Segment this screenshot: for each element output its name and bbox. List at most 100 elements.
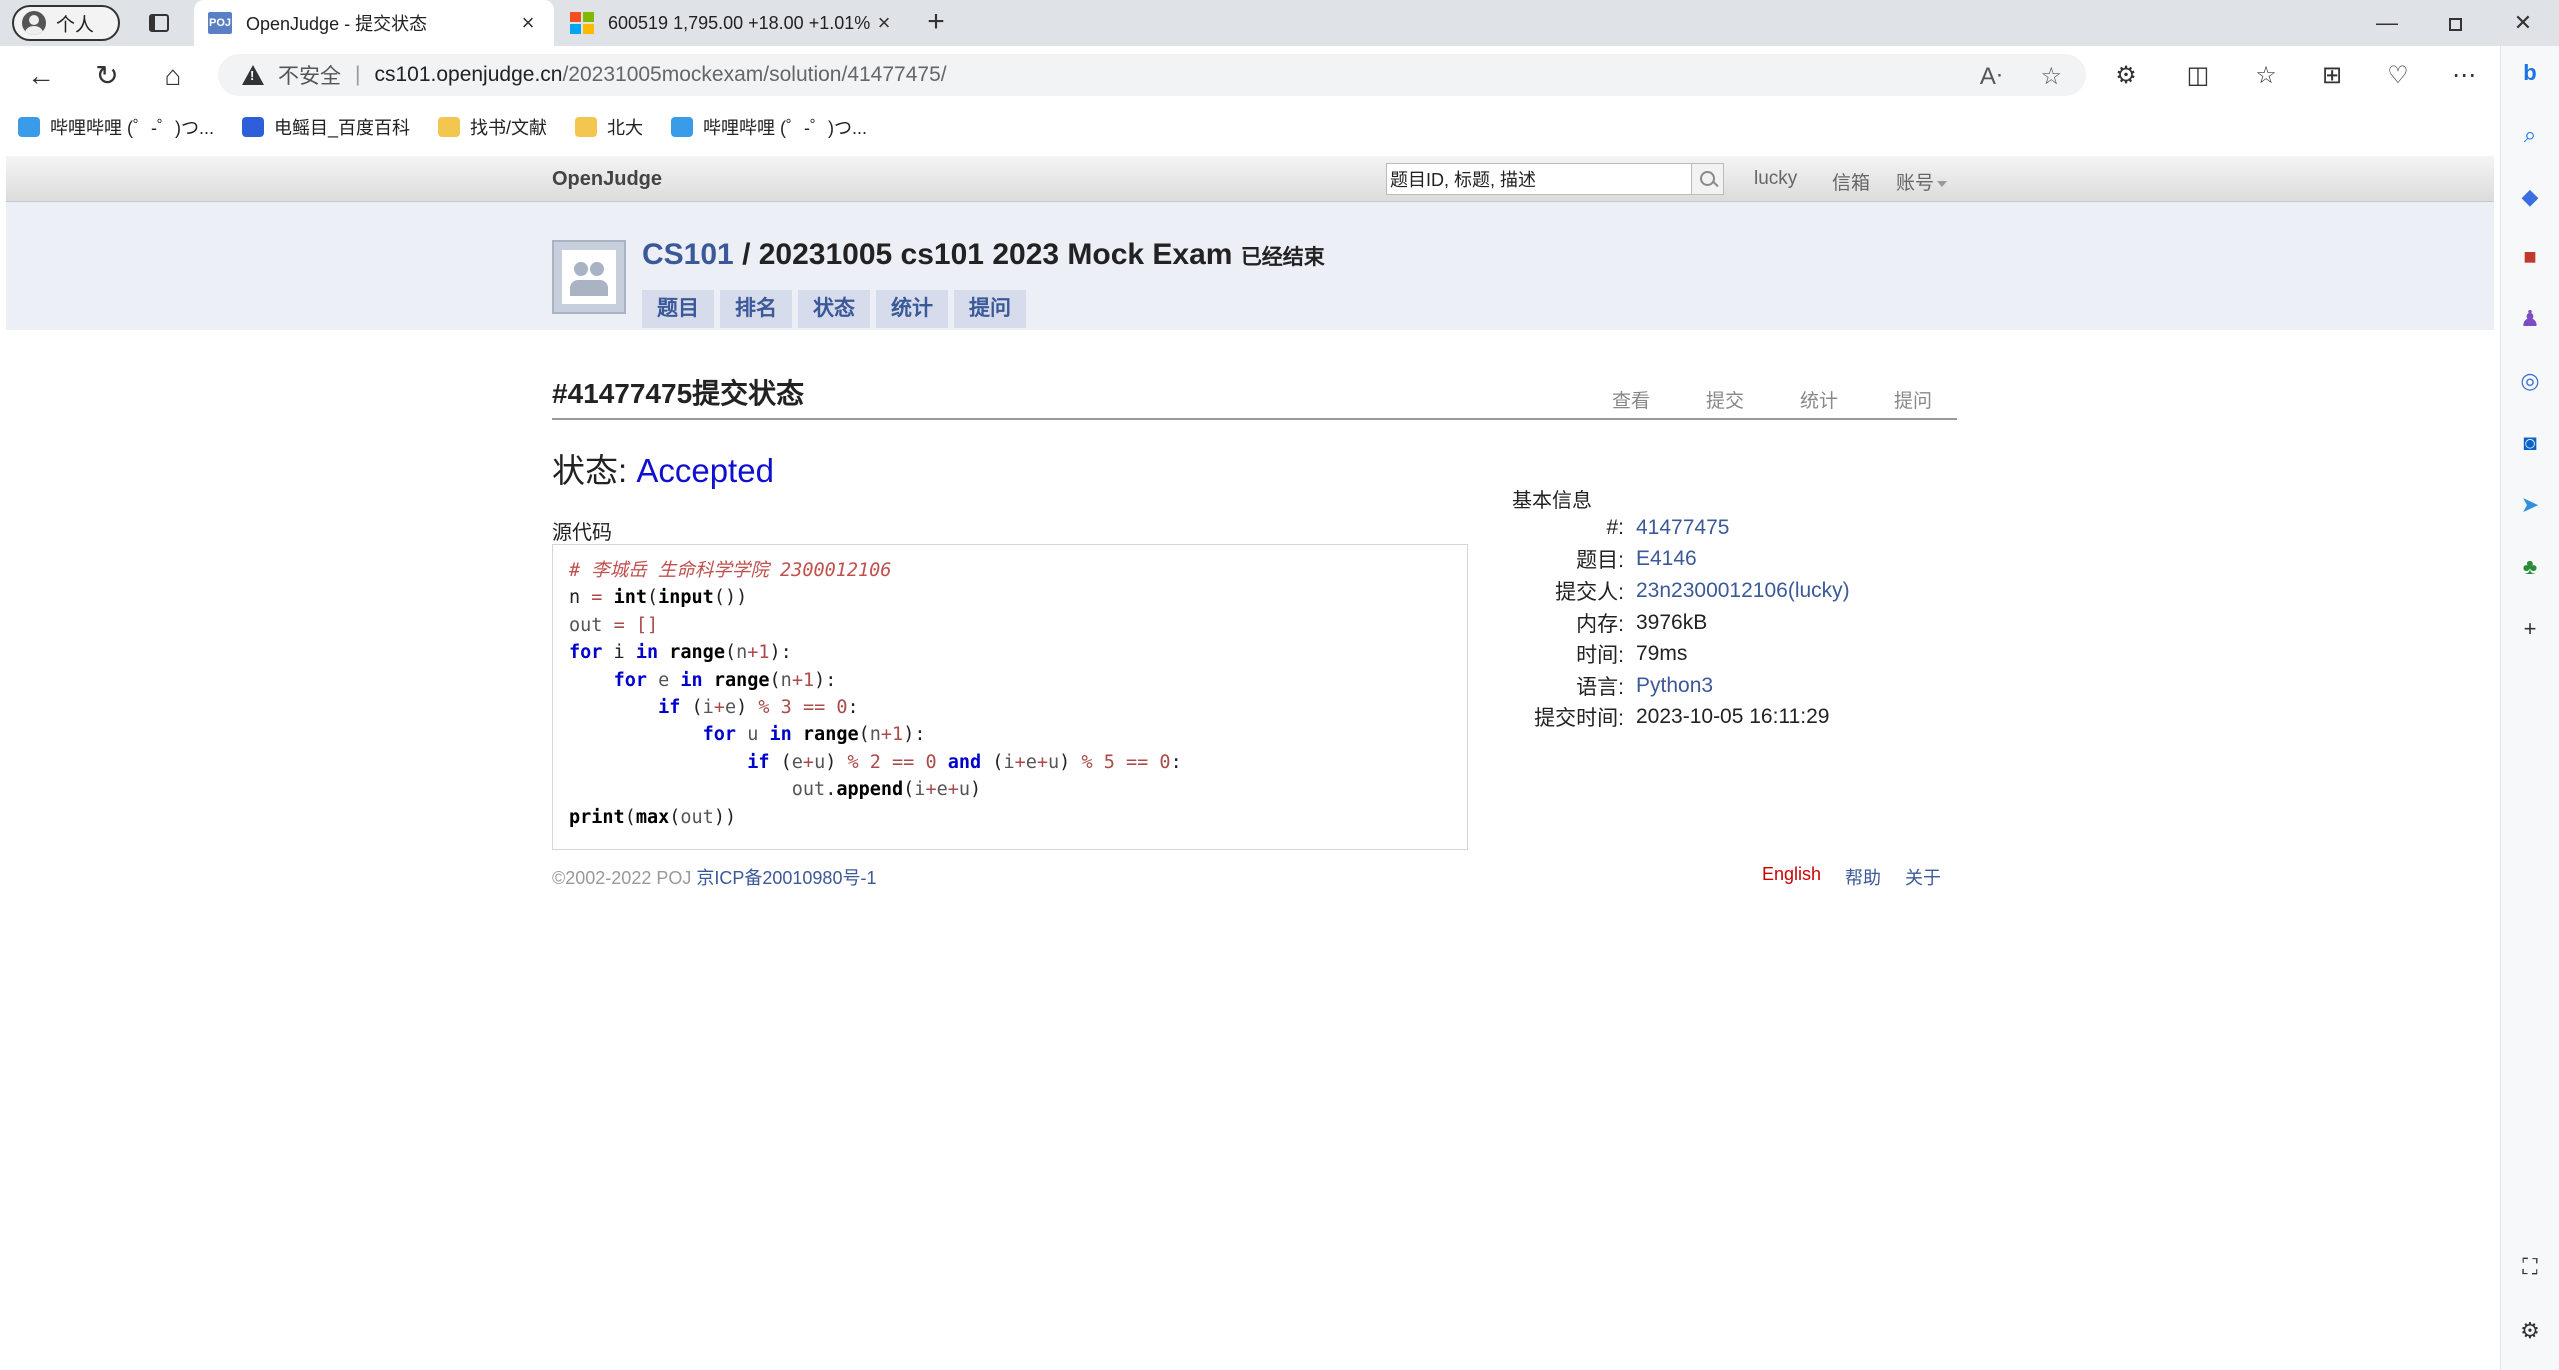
tab-actions-button[interactable] — [138, 8, 180, 38]
tab-ranking[interactable]: 排名 — [720, 290, 792, 328]
more-menu-icon[interactable]: ⋯ — [2446, 58, 2482, 94]
contest-ended-label: 已经结束 — [1240, 246, 1325, 269]
back-arrow-icon[interactable]: ← — [20, 56, 62, 96]
tree-icon[interactable]: ♣ — [2515, 552, 2545, 582]
view-link[interactable]: 查看 — [1612, 386, 1650, 413]
contest-name: 20231005 cs101 2023 Mock Exam — [758, 238, 1233, 271]
info-row: 提交人: 23n2300012106(lucky) — [1555, 578, 1850, 604]
nav-account[interactable]: 账号 — [1896, 168, 1948, 195]
caret-down-icon — [1937, 180, 1948, 187]
problem-link[interactable]: E4146 — [1636, 547, 1697, 571]
status-line: 状态: Accepted — [552, 444, 774, 492]
browser-essentials-icon[interactable]: ♡ — [2380, 58, 2416, 94]
tab-questions[interactable]: 提问 — [954, 290, 1026, 328]
status-label: 状态: — [552, 452, 637, 489]
tab-openjudge[interactable]: POJ OpenJudge - 提交状态 × — [194, 0, 554, 46]
tab-title: 600519 1,795.00 +18.00 +1.01% — [608, 12, 871, 33]
info-row: 提交时间: 2023-10-05 16:11:29 — [1534, 705, 1830, 731]
favorite-star-icon[interactable]: ☆ — [2040, 62, 2062, 91]
bilibili-icon — [671, 117, 694, 137]
games-icon[interactable]: ♟ — [2515, 304, 2545, 334]
web-page: OpenJudge lucky 信箱 账号 CS101 / 20231005 c… — [6, 156, 2494, 1366]
submit-link[interactable]: 提交 — [1706, 386, 1744, 413]
course-link[interactable]: CS101 — [642, 238, 734, 271]
tab-problems[interactable]: 题目 — [642, 290, 714, 328]
bookmark-item[interactable]: 哔哩哔哩 (゜-゜)つ... — [671, 114, 867, 140]
nav-mailbox[interactable]: 信箱 — [1832, 168, 1870, 195]
profile-label: 个人 — [56, 14, 95, 36]
profile-avatar-icon — [22, 11, 46, 35]
search-icon[interactable]: ⌕ — [2515, 120, 2545, 150]
search-input[interactable] — [1386, 163, 1692, 195]
info-row: 语言: Python3 — [1576, 673, 1714, 699]
tab-stock[interactable]: 600519 1,795.00 +18.00 +1.01% × — [556, 0, 910, 46]
reload-icon[interactable]: ↻ — [86, 56, 128, 96]
add-sidebar-icon[interactable]: + — [2515, 614, 2545, 644]
submit-time-value: 2023-10-05 16:11:29 — [1636, 705, 1830, 729]
time-value: 79ms — [1636, 642, 1688, 666]
bilibili-icon — [18, 117, 40, 137]
info-row: #: 41477475 — [1606, 515, 1730, 540]
collections-icon[interactable]: ⊞ — [2314, 58, 2350, 94]
submitter-link[interactable]: 23n2300012106(lucky) — [1636, 579, 1850, 603]
statistics-link[interactable]: 统计 — [1800, 386, 1838, 413]
tab-actions-icon — [149, 14, 169, 32]
bing-copilot-icon[interactable]: b — [2515, 58, 2545, 88]
bookmark-item[interactable]: 找书/文献 — [438, 114, 547, 140]
search-button[interactable] — [1692, 163, 1724, 195]
icp-link[interactable]: 京ICP备20010980号-1 — [696, 868, 876, 888]
solution-id-link[interactable]: 41477475 — [1636, 516, 1729, 540]
bookmark-item[interactable]: 电鳐目_百度百科 — [242, 114, 410, 140]
ask-link[interactable]: 提问 — [1894, 386, 1932, 413]
contest-header: CS101 / 20231005 cs101 2023 Mock Exam 已经… — [6, 202, 2494, 330]
footer-copyright: ©2002-2022 POJ 京ICP备20010980号-1 — [552, 868, 877, 888]
group-avatar-icon — [552, 240, 626, 314]
bookmark-item[interactable]: 北大 — [575, 114, 643, 140]
minimize-button[interactable]: — — [2364, 6, 2410, 40]
outlook-icon[interactable]: ◙ — [2515, 428, 2545, 458]
source-code-label: 源代码 — [552, 522, 612, 544]
home-icon[interactable]: ⌂ — [152, 56, 194, 96]
divider — [552, 418, 1957, 420]
browser-toolbar: ← ↻ ⌂ 不安全 | cs101.openjudge.cn /20231005… — [0, 46, 2559, 104]
close-window-button[interactable]: ✕ — [2500, 6, 2546, 40]
english-link[interactable]: English — [1762, 864, 1821, 890]
favorites-icon[interactable]: ☆ — [2248, 58, 2284, 94]
oj-top-bar: OpenJudge lucky 信箱 账号 — [6, 156, 2494, 202]
nav-user[interactable]: lucky — [1754, 168, 1797, 190]
page-title: #41477475提交状态 — [552, 378, 805, 409]
url-path: /20231005mockexam/solution/41477475/ — [562, 63, 947, 86]
read-aloud-icon[interactable]: Aᐧ — [1980, 62, 2002, 91]
extensions-icon[interactable]: ⚙ — [2108, 58, 2144, 94]
language-link[interactable]: Python3 — [1636, 674, 1713, 698]
solution-actions: 查看 提交 统计 提问 — [1612, 386, 1932, 413]
url-host: cs101.openjudge.cn — [374, 63, 563, 86]
tab-status[interactable]: 状态 — [798, 290, 870, 328]
sidebar-settings-icon[interactable]: ⚙ — [2515, 1316, 2545, 1346]
shopping-tag-icon[interactable]: ◆ — [2515, 182, 2545, 212]
help-link[interactable]: 帮助 — [1845, 864, 1881, 890]
split-screen-icon[interactable]: ◫ — [2180, 58, 2216, 94]
oj-logo[interactable]: OpenJudge — [552, 168, 662, 191]
send-icon[interactable]: ➤ — [2515, 490, 2545, 520]
source-code-block: # 李城岳 生命科学学院 2300012106 n = int(input())… — [552, 544, 1468, 850]
bookmark-item[interactable]: 哔哩哔哩 (゜-゜)つ... — [18, 114, 214, 140]
security-label[interactable]: 不安全 — [278, 60, 341, 90]
about-link[interactable]: 关于 — [1905, 864, 1941, 890]
profile-button[interactable]: 个人 — [12, 5, 120, 41]
info-row: 时间: 79ms — [1576, 642, 1688, 668]
tab-close-icon[interactable]: × — [872, 10, 896, 36]
new-tab-button[interactable]: + — [918, 6, 954, 40]
tab-close-icon[interactable]: × — [516, 10, 540, 36]
edge-sidebar: b ⌕ ◆ ■ ♟ ◎ ◙ ➤ ♣ + ⛶ ⚙ — [2500, 46, 2559, 1370]
folder-icon — [438, 117, 461, 137]
address-bar[interactable]: 不安全 | cs101.openjudge.cn /20231005mockex… — [218, 54, 2086, 96]
maximize-button[interactable] — [2432, 6, 2478, 40]
tab-strip: 个人 POJ OpenJudge - 提交状态 × 600519 1,795.0… — [0, 0, 2559, 46]
screenshot-icon[interactable]: ⛶ — [2515, 1252, 2545, 1282]
footer-links: English 帮助 关于 — [1762, 864, 1941, 890]
baidu-paw-icon — [242, 117, 264, 137]
tools-icon[interactable]: ■ — [2515, 242, 2545, 272]
microsoft365-icon[interactable]: ◎ — [2515, 366, 2545, 396]
tab-statistics[interactable]: 统计 — [876, 290, 948, 328]
